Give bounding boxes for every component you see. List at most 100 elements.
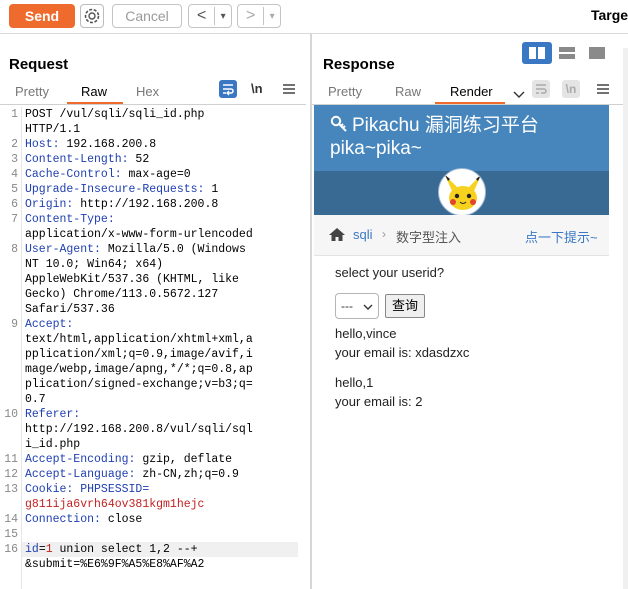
line-number: 2 [11,138,18,151]
code-line[interactable]: Upgrade-Insecure-Requests: 1 [25,182,218,197]
code-token: Referer: [25,408,88,421]
newline-toggle[interactable]: \n [251,81,263,96]
code-token: NT 10.0; Win64; x64) [25,258,164,271]
code-line[interactable]: application/x-www-form-urlencoded [25,227,253,242]
code-line[interactable]: &submit=%E6%9F%A5%E8%AF%A2 [25,557,204,572]
code-line[interactable]: AppleWebKit/537.36 (KHTML, like [25,272,239,287]
code-line[interactable]: Gecko) Chrome/113.0.5672.127 [25,287,218,302]
menu-icon[interactable] [282,82,296,101]
tab-render[interactable]: Render [450,84,493,99]
code-line[interactable]: i_id.php [25,437,80,452]
query-button[interactable]: 查询 [385,294,425,318]
target-label[interactable]: Targe [591,7,628,23]
code-line[interactable]: Accept-Language: zh-CN,zh;q=0.9 [25,467,239,482]
userid-select[interactable]: --- [335,293,379,319]
pikachu-avatar [438,168,486,216]
code-line[interactable]: 0.7 [25,392,46,407]
code-line[interactable]: NT 10.0; Win64; x64) [25,257,163,272]
response-scrollbar[interactable] [623,48,628,589]
tab-raw[interactable]: Raw [81,84,107,99]
code-line[interactable]: Referer: [25,407,87,422]
newline-toggle[interactable]: \n [562,80,580,98]
code-line[interactable]: pplication/xml;q=0.9,image/avif,i [25,347,253,362]
tab-hex[interactable]: Hex [136,84,159,99]
code-line[interactable]: Cookie: PHPSESSID= [25,482,149,497]
line-number: 12 [4,468,18,481]
code-line[interactable]: text/html,application/xhtml+xml,a [25,332,253,347]
breadcrumb-link-sqli[interactable]: sqli [353,227,373,242]
back-nav-group: < ▾ [188,4,232,28]
userid-prompt: select your userid? [335,265,445,280]
layout-single-icon[interactable] [582,42,612,64]
line-number: 3 [11,153,18,166]
code-line[interactable]: g811ija6vrh64ov381kgm1hejc [25,497,204,512]
line-number: 4 [11,168,18,181]
code-token: Host: [25,138,67,151]
hint-link[interactable]: 点一下提示~ [525,227,598,246]
line-number: 15 [4,528,18,541]
request-title: Request [9,56,69,73]
line-number: 8 [11,243,18,256]
code-line[interactable]: Content-Length: 52 [25,152,149,167]
line-number: 6 [11,198,18,211]
code-line[interactable]: id=1 union select 1,2 --+ [25,542,198,557]
code-token: Content-Length: [25,153,136,166]
code-line[interactable]: Connection: close [25,512,142,527]
back-history-dropdown[interactable]: ▾ [215,11,231,22]
home-icon[interactable] [328,227,346,247]
code-token: union select 1,2 --+ [52,543,198,556]
cancel-button[interactable]: Cancel [112,4,182,28]
tab-pretty[interactable]: Pretty [328,84,362,99]
code-line[interactable]: Origin: http://192.168.200.8 [25,197,218,212]
code-line[interactable]: plication/signed-exchange;v=b3;q= [25,377,253,392]
forward-history-dropdown[interactable]: ▾ [264,11,280,22]
code-token: http://192.168.200.8/vul/sqli/sql [25,423,253,436]
code-token: Accept-Encoding: [25,453,143,466]
code-token: 52 [135,153,150,166]
forward-button[interactable]: > [238,7,265,25]
line-number: 10 [4,408,18,421]
menu-icon[interactable] [596,82,610,101]
wrap-lines-icon[interactable] [219,80,237,98]
result-email-2: your email is: 2 [335,394,423,409]
code-line[interactable]: mage/webp,image/apng,*/*;q=0.8,ap [25,362,253,377]
code-line[interactable]: User-Agent: Mozilla/5.0 (Windows [25,242,246,257]
code-token: Cache-Control: [25,168,129,181]
code-line[interactable]: Content-Type: [25,212,122,227]
code-line[interactable]: HTTP/1.1 [25,122,80,137]
code-token: HTTP/1.1 [25,123,81,136]
site-title[interactable]: Pikachu 漏洞练习平台 [330,115,539,137]
code-token: Connection: [25,513,108,526]
code-token: zh-CN,zh;q=0.9 [142,468,239,481]
breadcrumb: sqli › 数字型注入 点一下提示~ [314,215,609,256]
code-line[interactable]: Host: 192.168.200.8 [25,137,156,152]
tab-pretty[interactable]: Pretty [15,84,49,99]
wrap-lines-icon[interactable] [532,80,550,98]
chevron-down-icon[interactable] [513,86,525,104]
code-line[interactable]: Accept-Encoding: gzip, deflate [25,452,232,467]
send-button[interactable]: Send [9,4,75,28]
code-token: gzip, deflate [142,453,233,466]
code-token: id [25,543,39,556]
back-button[interactable]: < [189,7,216,25]
code-line[interactable]: Cache-Control: max-age=0 [25,167,191,182]
layout-toggle-group [522,42,612,64]
chevron-down-icon [363,304,373,310]
code-token: mage/webp,image/apng,*/*;q=0.8,ap [25,363,253,376]
code-token: Safari/537.36 [25,303,115,316]
result-email-1: your email is: xdasdzxc [335,345,470,360]
code-line[interactable]: POST /vul/sqli/sqli_id.php [25,107,204,122]
code-line[interactable]: Accept: [25,317,80,332]
code-token: PHPSESSID= [80,483,150,496]
response-title: Response [323,56,395,73]
tab-raw[interactable]: Raw [395,84,421,99]
code-token: AppleWebKit/537.36 (KHTML, like [25,273,239,286]
code-token: pplication/xml;q=0.9,image/avif,i [25,348,253,361]
layout-side-by-side-icon[interactable] [522,42,552,64]
gear-icon[interactable] [80,4,104,28]
layout-stacked-icon[interactable] [552,42,582,64]
code-line[interactable]: http://192.168.200.8/vul/sqli/sql [25,422,253,437]
code-token: Content-Type: [25,213,122,226]
code-line[interactable]: Safari/537.36 [25,302,115,317]
code-token: Upgrade-Insecure-Requests: [25,183,212,196]
